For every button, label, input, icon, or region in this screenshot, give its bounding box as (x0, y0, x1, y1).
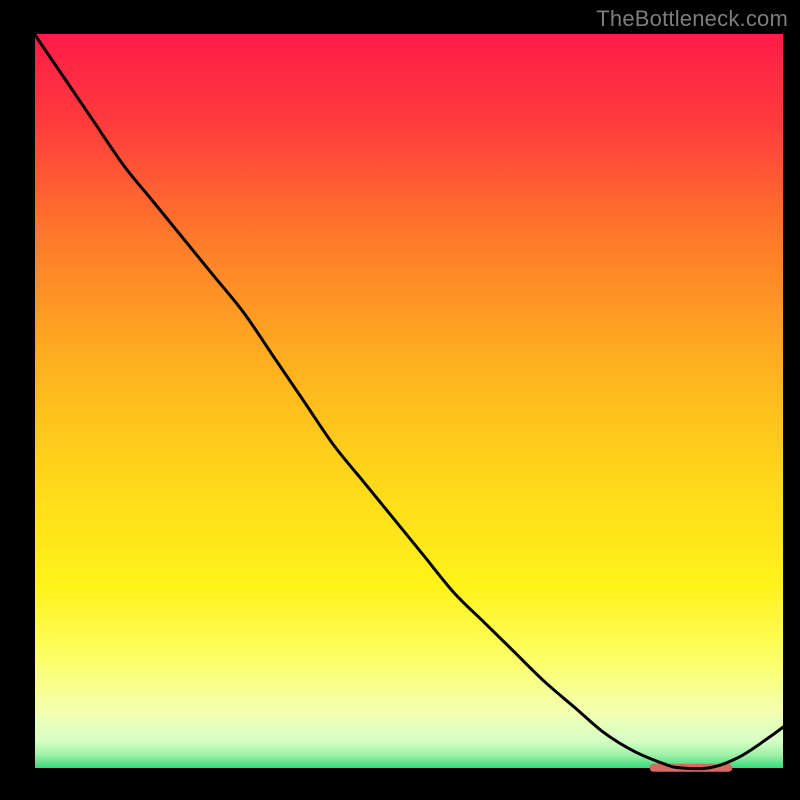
plot-background (33, 32, 785, 770)
chart-canvas (0, 0, 800, 800)
chart-frame: TheBottleneck.com (0, 0, 800, 800)
